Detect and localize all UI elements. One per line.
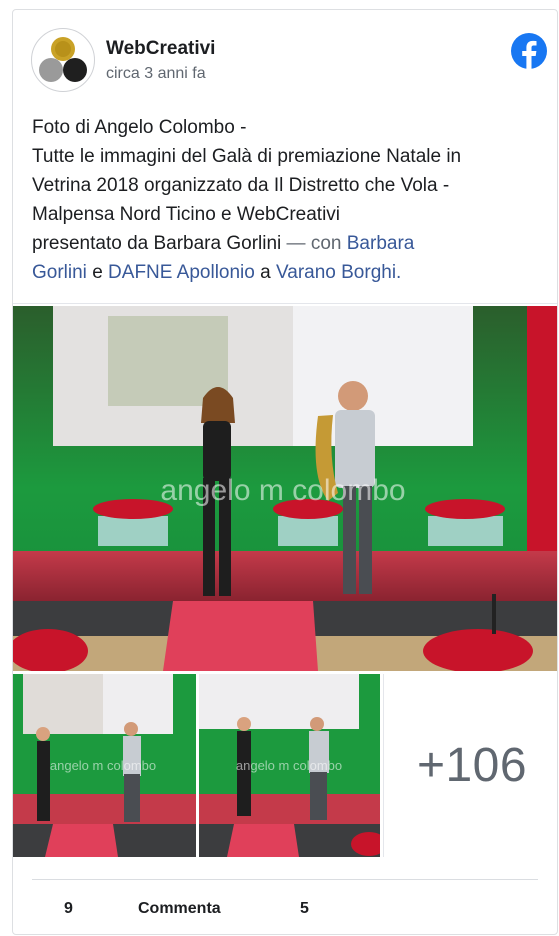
tag-dafne-apollonio[interactable]: DAFNE Apollonio bbox=[108, 262, 255, 283]
presenter-text: presentato da Barbara Gorlini bbox=[32, 233, 282, 254]
main-photo[interactable]: angelo m colombo bbox=[13, 306, 557, 671]
post-text: Foto di Angelo Colombo - Tutte le immagi… bbox=[32, 113, 542, 287]
more-photos-button[interactable]: +106 bbox=[383, 674, 557, 857]
post-text-line: Vetrina 2018 organizzato da Il Distretto… bbox=[32, 175, 450, 196]
photo-thumbnail[interactable]: angelo m colombo bbox=[199, 674, 380, 857]
facebook-icon[interactable] bbox=[511, 33, 547, 69]
tag-barbara-gorlini-cont[interactable]: Gorlini bbox=[32, 262, 87, 283]
post-text-line: presentato da Barbara Gorlini — con Barb… bbox=[32, 229, 542, 258]
post-text-line: Tutte le immagini del Galà di premiazion… bbox=[32, 146, 462, 167]
photo-watermark: angelo m colombo bbox=[236, 758, 342, 773]
with-text: — con bbox=[286, 233, 342, 254]
photo-watermark: angelo m colombo bbox=[160, 474, 405, 507]
more-photos-count: +106 bbox=[416, 739, 528, 792]
post-text-line: Malpensa Nord Ticino e WebCreativi bbox=[32, 204, 341, 225]
post-timestamp[interactable]: circa 3 anni fa bbox=[106, 65, 206, 83]
photo-watermark: angelo m colombo bbox=[50, 758, 156, 773]
facebook-post-card: WebCreativi circa 3 anni fa Foto di Ange… bbox=[12, 9, 558, 935]
tag-varano-borghi[interactable]: Varano Borghi. bbox=[276, 262, 401, 283]
webcreativi-logo bbox=[39, 37, 87, 82]
author-avatar[interactable] bbox=[31, 28, 95, 92]
post-text-line: Gorlini e DAFNE Apollonio a Varano Borgh… bbox=[32, 258, 542, 287]
author-name[interactable]: WebCreativi bbox=[106, 38, 215, 60]
divider bbox=[32, 879, 538, 880]
shares-count[interactable]: 5 bbox=[300, 900, 309, 918]
divider bbox=[13, 303, 557, 304]
post-text-line: Foto di Angelo Colombo - bbox=[32, 117, 247, 138]
likes-count[interactable]: 9 bbox=[64, 900, 73, 918]
tag-barbara-gorlini[interactable]: Barbara bbox=[347, 233, 415, 254]
comment-button[interactable]: Commenta bbox=[138, 900, 221, 918]
conjunction-a: a bbox=[260, 262, 271, 283]
photo-thumbnail[interactable]: angelo m colombo bbox=[13, 674, 196, 857]
conjunction-e: e bbox=[92, 262, 103, 283]
